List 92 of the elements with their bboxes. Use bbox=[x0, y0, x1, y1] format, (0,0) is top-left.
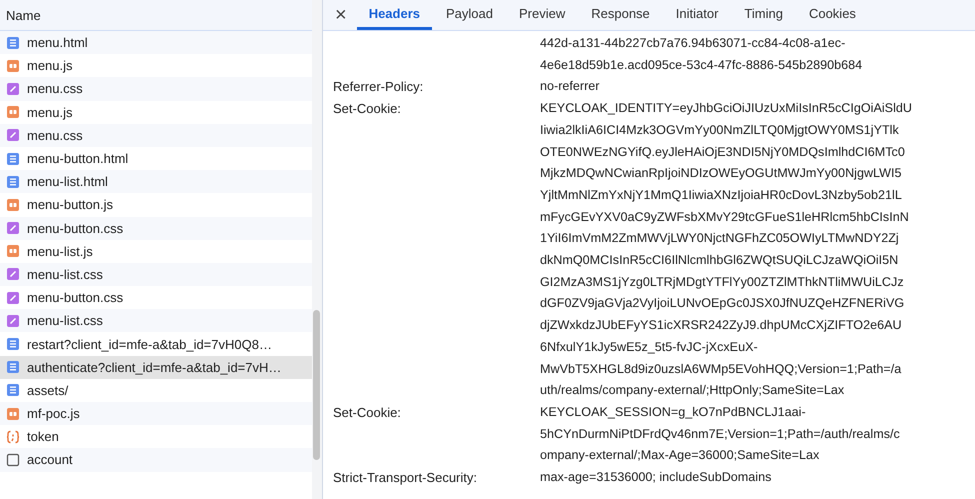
header-value: ompany-external/;Max-Age=36000;SameSite=Lax bbox=[540, 447, 820, 464]
script-icon bbox=[6, 58, 20, 73]
header-name: Set-Cookie: bbox=[333, 101, 401, 116]
request-row[interactable]: menu-button.js bbox=[0, 193, 312, 216]
header-value: GI2MzA3MS1jYzg0LTRjMDgtYTFlYy00ZTZlMThkNTliMWUiLCJz bbox=[540, 274, 905, 291]
script-icon bbox=[6, 406, 20, 421]
request-row[interactable]: token bbox=[0, 425, 312, 448]
header-value: max-age=31536000; includeSubDomains bbox=[540, 469, 772, 486]
script-icon bbox=[6, 105, 20, 120]
request-name: menu.js bbox=[27, 58, 73, 74]
header-name: Referrer-Policy: bbox=[333, 79, 424, 94]
header-value: 1YiI6ImVmM2ZmMWVjLWY0NjctNGFhZC05OWIyLTMwNDY2Zj bbox=[540, 230, 900, 248]
request-row[interactable]: restart?client_id=mfe-a&tab_id=7vH0Q8… bbox=[0, 332, 312, 356]
request-name: restart?client_id=mfe-a&tab_id=7vH0Q8… bbox=[27, 336, 272, 352]
braces-icon bbox=[6, 430, 20, 444]
request-row[interactable]: menu-button.css bbox=[0, 216, 312, 240]
request-row[interactable]: menu.js bbox=[0, 100, 312, 124]
tab[interactable]: Response bbox=[579, 0, 662, 30]
request-name: menu.css bbox=[27, 128, 83, 143]
request-name: menu.js bbox=[27, 104, 73, 120]
name-column-header[interactable]: Name bbox=[0, 0, 312, 31]
close-button[interactable]: × bbox=[335, 0, 355, 30]
request-name: menu-button.css bbox=[27, 220, 124, 236]
document-icon bbox=[6, 337, 20, 352]
header-value: 6NfxulY1kJy5wE5z_5t5-fvJC-jXcxEuX- bbox=[540, 338, 759, 356]
header-value: Iiwia2lkIiA6ICI4Mzk3OGVmYy00NmZlLTQ0MjgtOWY0MS1jYTlk bbox=[540, 122, 900, 139]
request-name: menu-list.js bbox=[27, 244, 93, 259]
request-name: menu-button.html bbox=[27, 151, 128, 166]
request-name: authenticate?client_id=mfe-a&tab_id=7vH… bbox=[27, 360, 282, 375]
request-row[interactable]: mf-poc.js bbox=[0, 402, 312, 426]
tab[interactable]: Preview bbox=[506, 0, 578, 30]
stylesheet-icon bbox=[6, 128, 20, 142]
header-value: OTE0NWEzNGYifQ.eyJleHAiOjE3NDI5NjY0MDQsImlhdCI6MTc0 bbox=[540, 144, 906, 161]
header-value: dkNmQ0MCIsInR5cCI6IlNlcmlhbGl6ZWQtSUQiLCJzaWQiOiI5N bbox=[540, 252, 900, 270]
request-row[interactable]: menu-list.html bbox=[0, 170, 312, 194]
stylesheet-icon bbox=[6, 267, 20, 282]
request-row[interactable]: account bbox=[0, 448, 312, 472]
header-value: MwVbT5XHGL8d9iz0uzslA6WMp5EVohHQQ;Version=1;Path=/a bbox=[540, 360, 902, 378]
request-row[interactable]: menu.css bbox=[0, 124, 312, 147]
header-name: Strict-Transport-Security: bbox=[333, 470, 477, 486]
tab[interactable]: Cookies bbox=[796, 0, 868, 30]
header-value: mFycGEvYXV0aC9yZWFsbXMvY29tcGFueS1leHRlcm5hbCIsInN bbox=[540, 208, 910, 226]
request-row[interactable]: authenticate?client_id=mfe-a&tab_id=7vH… bbox=[0, 356, 312, 379]
request-row[interactable]: menu.html bbox=[0, 31, 312, 54]
stylesheet-icon bbox=[6, 290, 20, 305]
header-value: djZWxkdzJUbEFyYS1icXRSR242ZyJ9.dhpUMcCXjZIFTO2e6AU bbox=[540, 317, 903, 334]
request-row[interactable]: assets/ bbox=[0, 378, 312, 402]
header-value: MjkzMDQwNCwianRpIjoiNDIzOWEyOGUtMWJmYy00NjgwLWI5 bbox=[540, 165, 903, 182]
request-row[interactable]: menu-button.css bbox=[0, 286, 312, 310]
header-value: KEYCLOAK_IDENTITY=eyJhbGciOiJIUzUxMiIsInR5cCIgOiAiSldU bbox=[540, 100, 912, 118]
request-name: token bbox=[27, 429, 59, 444]
header-value: dGF0ZV9jaGVja2VyIjoiLUNvOEpGc0JSX0JfNUZQeHZFNERiVG bbox=[540, 295, 906, 312]
request-row[interactable]: menu-list.css bbox=[0, 262, 312, 286]
request-name: assets/ bbox=[27, 382, 68, 398]
tab[interactable]: Payload bbox=[434, 0, 505, 30]
stylesheet-icon bbox=[6, 221, 20, 236]
header-value: 4e6e18d59b1e.acd095ce-53c4-47fc-8886-545b2890b684 bbox=[540, 56, 862, 74]
request-row[interactable]: menu-list.css bbox=[0, 309, 312, 332]
script-icon bbox=[6, 198, 20, 212]
header-value: KEYCLOAK_SESSION=g_kO7nPdBNCLJ1aai- bbox=[540, 404, 807, 421]
header-value: 5hCYnDurmNiPtDFrdQv46nm7E;Version=1;Path=/auth/realms/c bbox=[540, 426, 900, 443]
document-icon bbox=[6, 36, 20, 50]
header-value: 442d-a131-44b227cb7a76.94b63071-cc84-4c08-a1ec- bbox=[540, 35, 846, 52]
request-row[interactable]: menu-list.js bbox=[0, 240, 312, 263]
stylesheet-icon bbox=[6, 82, 20, 96]
tab[interactable]: Initiator bbox=[664, 0, 730, 30]
stylesheet-icon bbox=[6, 314, 20, 328]
request-name: menu-list.css bbox=[27, 313, 103, 328]
header-value: YjltMmNlZmYxNjY1MmQ1IiwiaXNzIjoiaHR0cDovL3Nzby5ob21lL bbox=[540, 186, 903, 204]
request-name: account bbox=[27, 452, 73, 468]
request-name: menu-button.css bbox=[27, 290, 124, 306]
document-icon bbox=[6, 383, 20, 398]
request-name: menu.css bbox=[27, 81, 83, 96]
scrollbar-thumb[interactable] bbox=[313, 310, 320, 460]
document-icon bbox=[6, 174, 20, 189]
document-icon bbox=[6, 360, 20, 374]
request-name: menu-list.html bbox=[27, 174, 108, 190]
tab[interactable]: Timing bbox=[732, 0, 795, 30]
request-name: menu-list.css bbox=[27, 266, 103, 282]
header-name: Set-Cookie: bbox=[333, 404, 401, 420]
request-name: mf-poc.js bbox=[27, 406, 80, 422]
header-value: no-referrer bbox=[540, 78, 600, 96]
request-row[interactable]: menu.css bbox=[0, 77, 312, 101]
script-icon bbox=[6, 244, 20, 258]
request-row[interactable]: menu.js bbox=[0, 54, 312, 78]
document-icon bbox=[6, 152, 20, 166]
request-row[interactable]: menu-button.html bbox=[0, 146, 312, 170]
tab[interactable]: Headers bbox=[356, 0, 432, 30]
header-value: uth/realms/company-external/;HttpOnly;SameSite=Lax bbox=[540, 382, 846, 400]
request-name: menu-button.js bbox=[27, 197, 113, 212]
request-name: menu.html bbox=[27, 35, 88, 50]
file-icon bbox=[6, 452, 20, 467]
